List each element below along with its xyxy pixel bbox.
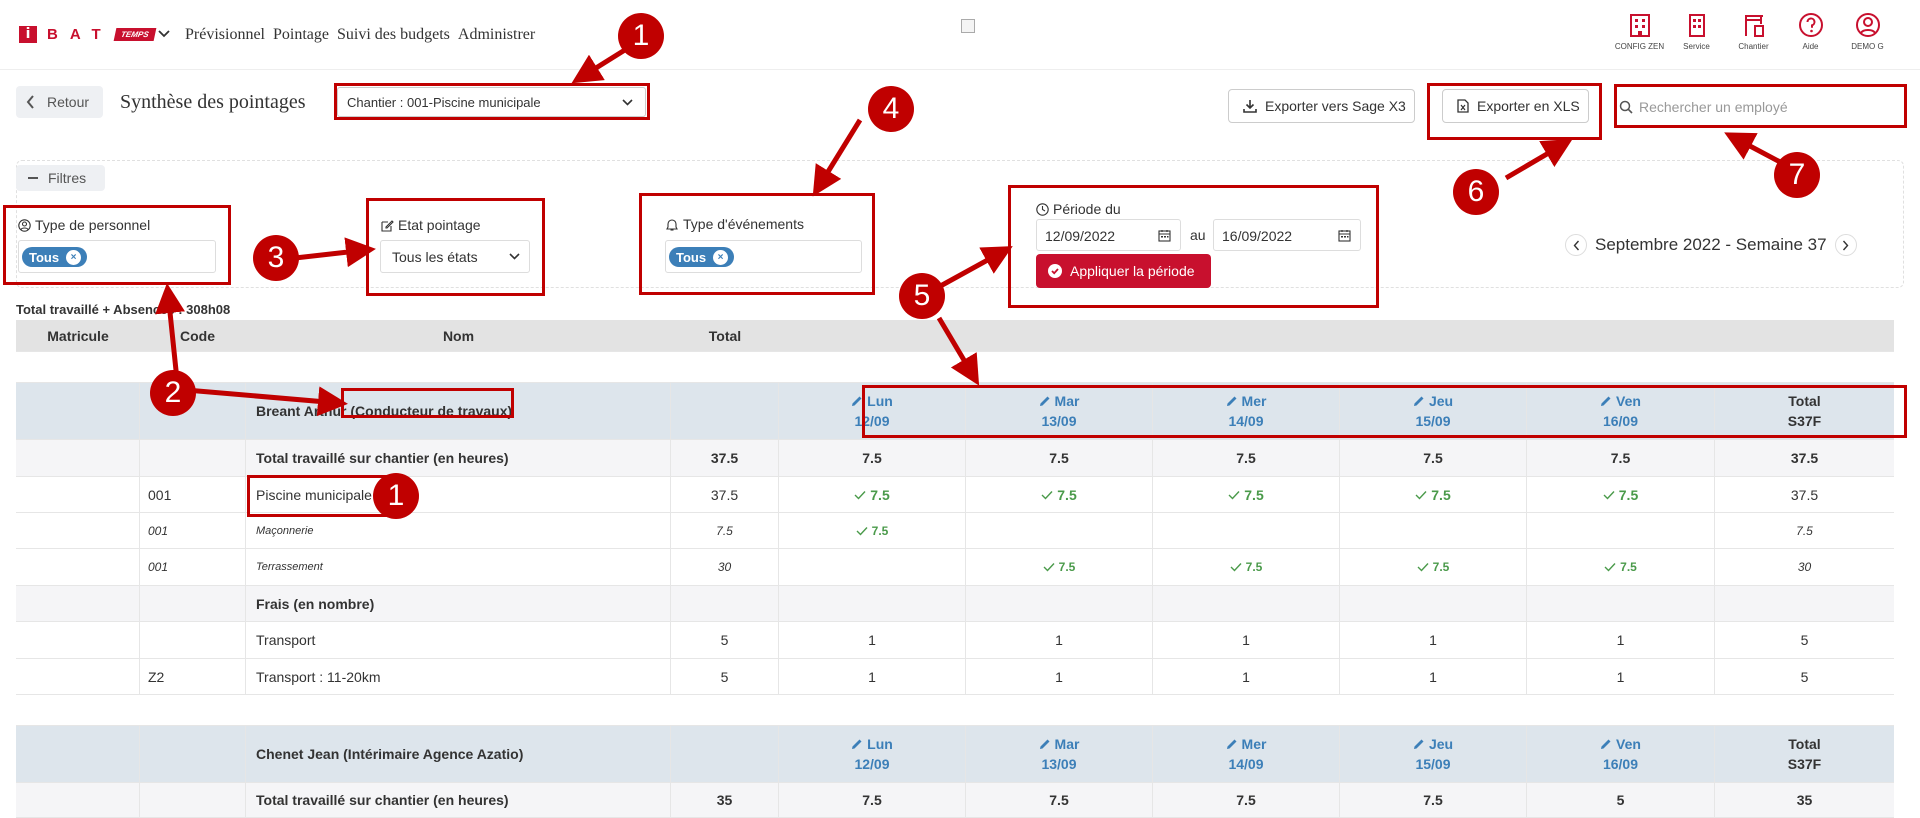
annotation-marker-1-row: 1: [373, 473, 419, 519]
annotation-marker-1: 1: [618, 13, 664, 59]
annotation-marker-2: 2: [150, 370, 196, 416]
annotation-marker-4: 4: [868, 86, 914, 132]
annotation-arrows: [155, 45, 1784, 417]
annotation-marker-3: 3: [253, 235, 299, 281]
annotation-marker-7: 7: [1774, 152, 1820, 198]
annotation-marker-5: 5: [899, 273, 945, 319]
annotation-marker-6: 6: [1453, 169, 1499, 215]
